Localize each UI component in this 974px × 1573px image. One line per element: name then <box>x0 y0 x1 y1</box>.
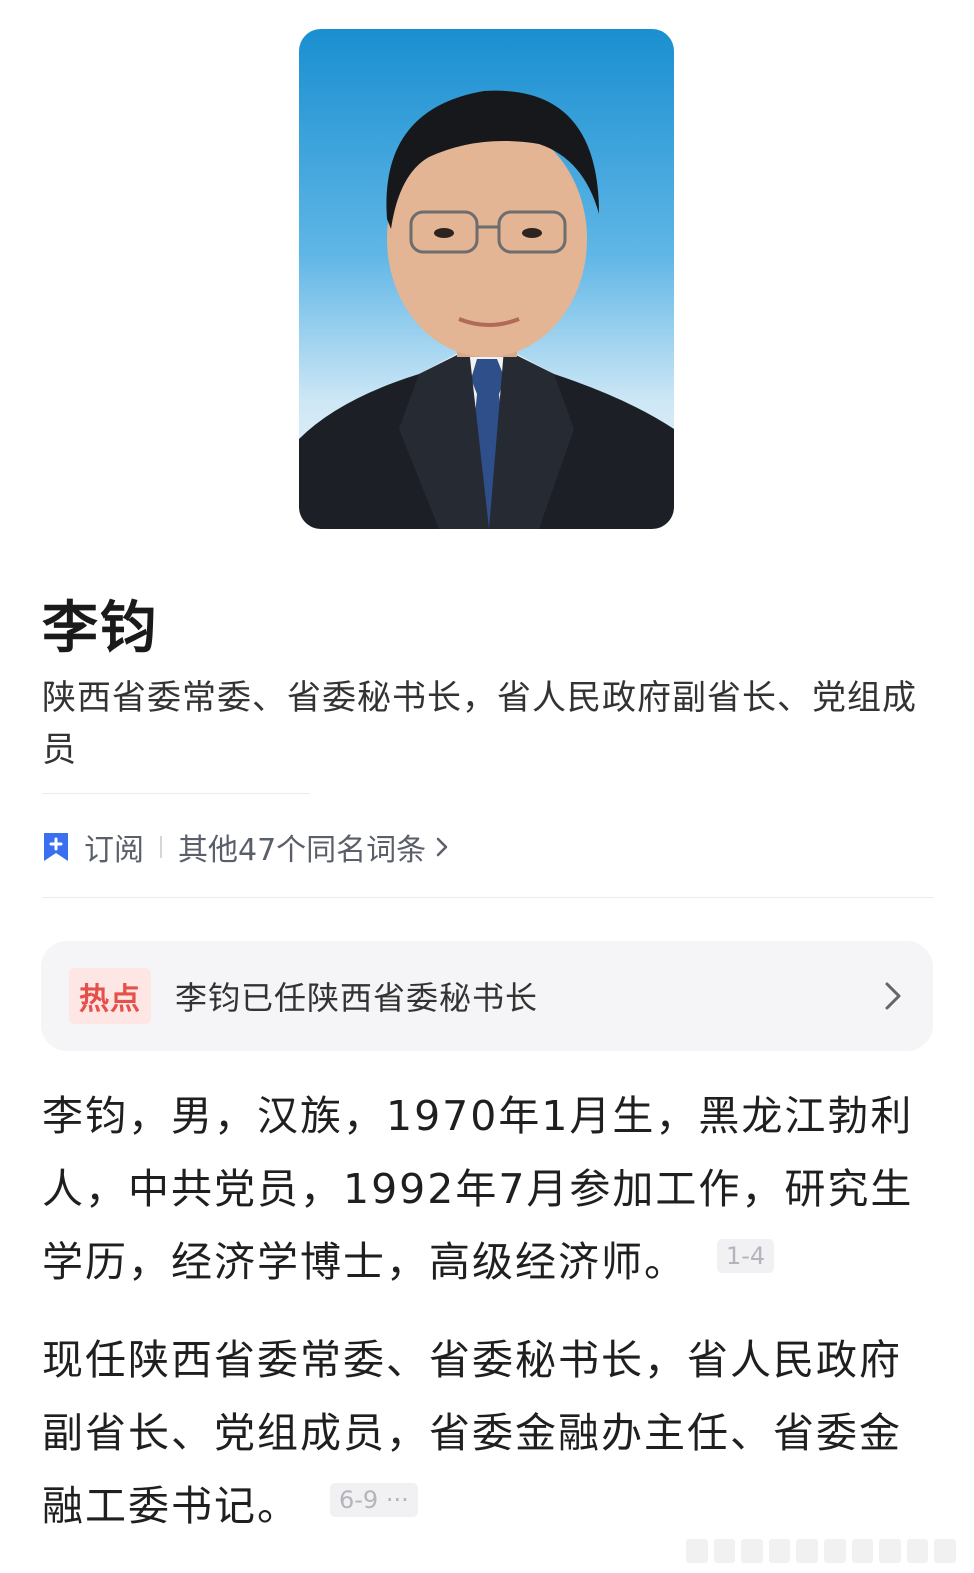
portrait-figure <box>299 90 674 529</box>
hot-badge: 热点 <box>69 968 151 1024</box>
reference-badge[interactable]: 6-9 ··· <box>330 1483 418 1517</box>
entry-title: 李钧 <box>42 596 158 661</box>
action-row: 订阅 其他47个同名词条 <box>42 824 450 870</box>
paragraph-text: 现任陕西省委常委、省委秘书长，省人民政府副省长、党组成员，省委金融办主任、省委金… <box>42 1336 902 1530</box>
divider <box>42 793 310 794</box>
entry-subtitle: 陕西省委常委、省委秘书长，省人民政府副省长、党组成员 <box>42 678 917 770</box>
same-name-entries-link[interactable]: 其他47个同名词条 <box>178 825 450 869</box>
chevron-right-icon <box>885 982 901 1010</box>
portrait-photo[interactable] <box>299 29 674 529</box>
divider <box>42 897 934 898</box>
separator <box>160 836 162 858</box>
hot-news-text: 李钧已任陕西省委秘书长 <box>175 979 539 1017</box>
position-paragraph: 现任陕西省委常委、省委秘书长，省人民政府副省长、党组成员，省委金融办主任、省委金… <box>42 1324 934 1543</box>
subscribe-label: 订阅 <box>84 833 144 868</box>
reference-badge[interactable]: 1-4 <box>717 1239 775 1273</box>
chevron-right-icon <box>436 837 448 857</box>
same-name-label: 其他47个同名词条 <box>178 833 427 868</box>
intro-paragraph: 李钧，男，汉族，1970年1月生，黑龙江勃利人，中共党员，1992年7月参加工作… <box>42 1080 934 1299</box>
hot-news-card[interactable]: 热点 李钧已任陕西省委秘书长 <box>41 941 933 1051</box>
watermark <box>686 1539 956 1563</box>
subscribe-button[interactable]: 订阅 <box>42 825 144 869</box>
bookmark-add-icon <box>44 833 68 861</box>
paragraph-text: 李钧，男，汉族，1970年1月生，黑龙江勃利人，中共党员，1992年7月参加工作… <box>42 1092 914 1286</box>
